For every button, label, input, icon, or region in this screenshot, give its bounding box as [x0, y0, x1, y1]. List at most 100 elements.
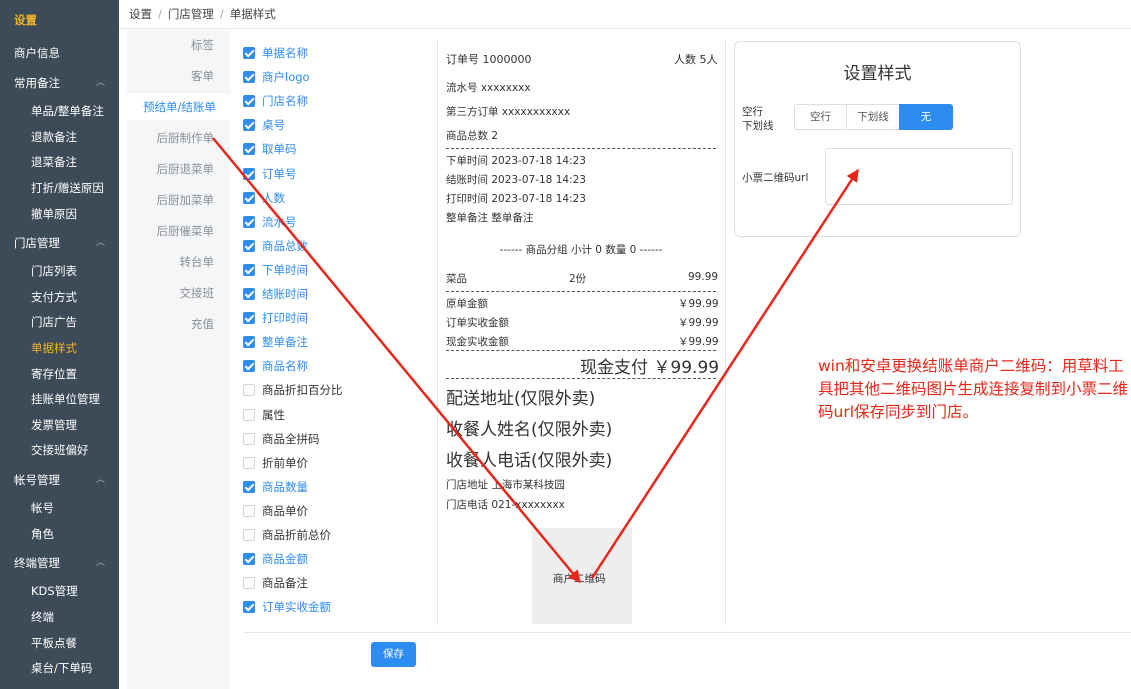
field-checkbox-label: 商品备注 [262, 576, 308, 591]
tab-kitchen-return[interactable]: 后厨退菜单 [127, 156, 230, 182]
tab-kitchen-make[interactable]: 后厨制作单 [127, 125, 230, 151]
sidebar-item-terminals[interactable]: 终端 [0, 604, 119, 630]
tab-label[interactable]: 标签 [127, 32, 230, 58]
sidebar-item-return-remarks[interactable]: 退菜备注 [0, 149, 119, 175]
checkbox-unchecked-icon[interactable] [243, 384, 255, 397]
breadcrumb-separator: / [219, 7, 224, 21]
field-checkbox-label: 折前单价 [262, 455, 308, 470]
checkbox-checked-icon[interactable] [243, 215, 255, 228]
checkbox-unchecked-icon[interactable] [243, 408, 255, 421]
tab-kitchen-add[interactable]: 后厨加菜单 [127, 187, 230, 213]
sidebar-item-payment-methods[interactable]: 支付方式 [0, 284, 119, 310]
tab-customer[interactable]: 客单 [127, 63, 230, 89]
option-none[interactable]: 无 [899, 104, 953, 130]
line-style-label: 空行 [742, 106, 763, 118]
tab-recharge[interactable]: 充值 [127, 311, 230, 337]
field-checkbox-label: 门店名称 [262, 94, 308, 109]
receipt-dashed-line [446, 291, 716, 292]
sidebar-item-item-remarks[interactable]: 单品/整单备注 [0, 98, 119, 124]
checkbox-checked-icon[interactable] [243, 239, 255, 252]
sidebar-item-table-codes[interactable]: 桌台/下单码 [0, 655, 119, 681]
sidebar-group-terminals[interactable]: 终端管理 ︿ [0, 550, 119, 576]
sidebar-group-accounts[interactable]: 帐号管理 ︿ [0, 467, 119, 493]
sidebar-item-kds[interactable]: KDS管理 [0, 578, 119, 604]
checkbox-checked-icon[interactable] [243, 119, 255, 132]
sidebar-item-credit-units[interactable]: 挂账单位管理 [0, 386, 119, 412]
annotation-text: win和安卓更换结账单商户二维码：用草料工具把其他二维码图片生成连接复制到小票二… [818, 357, 1129, 421]
field-checkbox-label: 商品金额 [262, 552, 308, 567]
field-checkbox-label: 商品单价 [262, 503, 308, 518]
option-blank-line[interactable]: 空行 [794, 104, 847, 130]
checkbox-checked-icon[interactable] [243, 601, 255, 614]
field-checkbox-label: 商品折扣百分比 [262, 383, 343, 398]
receipt-payment: 现金支付 ￥99.99 [580, 358, 720, 378]
option-underline[interactable]: 下划线 [846, 104, 900, 130]
checkbox-unchecked-icon[interactable] [243, 456, 255, 469]
breadcrumb-settings[interactable]: 设置 [129, 7, 152, 21]
qr-url-label: 小票二维码url [742, 172, 809, 184]
checkbox-unchecked-icon[interactable] [243, 432, 255, 445]
tab-table-transfer[interactable]: 转台单 [127, 249, 230, 275]
receipt-people: 人数 5人 [674, 53, 718, 66]
tab-shift-handover[interactable]: 交接班 [127, 280, 230, 306]
receipt-group-line: ------ 商品分组 小计 0 数量 0 ------ [499, 244, 663, 256]
tab-prebill-checkout[interactable]: 预结单/结账单 [127, 94, 230, 120]
checkbox-unchecked-icon[interactable] [243, 529, 255, 541]
sidebar-group-store[interactable]: 门店管理 ︿ [0, 230, 119, 256]
receipt-row-value: ￥99.99 [678, 336, 719, 348]
sidebar-group-label: 终端管理 [14, 556, 60, 570]
chevron-up-icon: ︿ [96, 558, 106, 568]
footer-divider [243, 632, 1131, 633]
breadcrumb-store[interactable]: 门店管理 [168, 7, 214, 21]
checkbox-checked-icon[interactable] [243, 480, 255, 493]
checkbox-checked-icon[interactable] [243, 71, 255, 84]
receipt-dashed-line [446, 350, 716, 351]
sidebar-item-receipt-style[interactable]: 单据样式 [0, 335, 119, 361]
checkbox-unchecked-icon[interactable] [243, 577, 255, 590]
receipt-store-phone: 门店电话 021-xxxxxxxx [446, 499, 565, 511]
checkbox-checked-icon[interactable] [243, 47, 255, 59]
sidebar-item-refund-remarks[interactable]: 退款备注 [0, 124, 119, 150]
sidebar-item-discount-reasons[interactable]: 打折/赠送原因 [0, 175, 119, 201]
receipt-print-time: 打印时间 2023-07-18 14:23 [446, 193, 586, 205]
sidebar-item-tablet-ordering[interactable]: 平板点餐 [0, 630, 119, 656]
checkbox-checked-icon[interactable] [243, 553, 255, 566]
checkbox-checked-icon[interactable] [243, 263, 255, 276]
save-button[interactable]: 保存 [371, 642, 416, 667]
sidebar-item-accounts[interactable]: 帐号 [0, 495, 119, 521]
checkbox-checked-icon[interactable] [243, 167, 255, 180]
field-checkbox-label: 商品总数 [262, 238, 308, 253]
checkbox-checked-icon[interactable] [243, 288, 255, 300]
sidebar-group-remarks[interactable]: 常用备注 ︿ [0, 70, 119, 96]
field-checkbox-label: 整单备注 [262, 335, 308, 350]
sidebar-item-roles[interactable]: 角色 [0, 521, 119, 547]
checkbox-checked-icon[interactable] [243, 312, 255, 325]
receipt-row-label: 订单实收金额 [446, 317, 509, 329]
receipt-item-qty: 2份 [569, 273, 587, 285]
checkbox-checked-icon[interactable] [243, 143, 255, 156]
checkbox-checked-icon[interactable] [243, 95, 255, 108]
receipt-delivery-address: 配送地址(仅限外卖) [446, 389, 596, 409]
field-checkbox-label: 商品折前总价 [262, 528, 331, 542]
checkbox-checked-icon[interactable] [243, 360, 255, 373]
field-checkbox-label: 订单实收金额 [262, 600, 331, 615]
sidebar-item-invoice[interactable]: 发票管理 [0, 412, 119, 438]
sidebar-brand[interactable]: 设置 [0, 7, 119, 33]
tab-kitchen-rush[interactable]: 后厨催菜单 [127, 218, 230, 244]
field-checkbox-label: 订单号 [262, 166, 297, 181]
sidebar-item-store-list[interactable]: 门店列表 [0, 258, 119, 284]
sidebar-item-merchant-info[interactable]: 商户信息 [0, 40, 119, 66]
sidebar-item-cancel-reasons[interactable]: 撤单原因 [0, 201, 119, 227]
divider [725, 41, 726, 625]
sidebar-item-store-ads[interactable]: 门店广告 [0, 309, 119, 335]
sidebar-item-storage-location[interactable]: 寄存位置 [0, 361, 119, 387]
receipt-row-label: 原单金额 [446, 298, 488, 310]
checkbox-checked-icon[interactable] [243, 191, 255, 204]
qr-url-input[interactable] [825, 148, 1013, 205]
field-checkbox-label: 打印时间 [262, 311, 308, 326]
checkbox-unchecked-icon[interactable] [243, 504, 255, 517]
checkbox-checked-icon[interactable] [243, 336, 255, 349]
sidebar-item-shift-prefs[interactable]: 交接班偏好 [0, 437, 119, 463]
receipt-total-items: 商品总数 2 [446, 130, 499, 142]
breadcrumb-separator: / [158, 7, 162, 21]
